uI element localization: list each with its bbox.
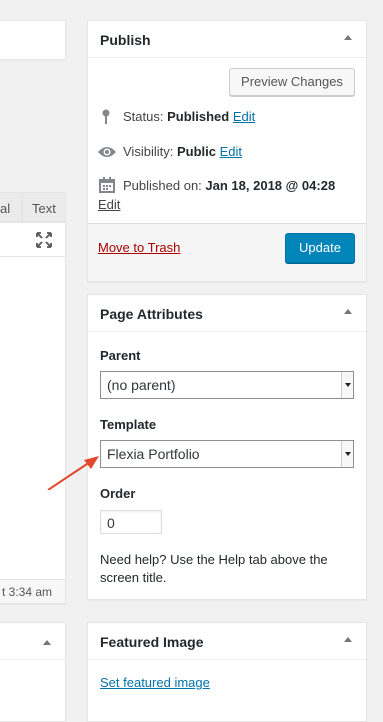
chevron-down-icon — [341, 372, 353, 398]
title-input[interactable] — [0, 20, 66, 60]
template-label: Template — [100, 417, 157, 432]
status-row: Status: Published Edit — [123, 109, 255, 124]
update-button[interactable]: Update — [285, 233, 355, 263]
editor-status-bar: t 3:34 am — [0, 579, 65, 603]
published-row: Published on: Jan 18, 2018 @ 04:28 — [123, 178, 335, 193]
collapse-toggle-icon[interactable] — [43, 640, 51, 645]
tab-text-label: Text — [32, 201, 56, 216]
collapse-toggle-icon[interactable] — [344, 35, 352, 40]
left-bottom-box — [0, 622, 66, 722]
published-label: Published on: — [123, 178, 202, 193]
pin-icon — [102, 109, 110, 124]
last-edited-text: t 3:34 am — [2, 585, 53, 599]
move-to-trash-link[interactable]: Move to Trash — [98, 240, 180, 255]
featured-image-header[interactable]: Featured Image — [88, 623, 366, 660]
status-edit-link[interactable]: Edit — [233, 109, 255, 124]
publish-box: Publish Preview Changes Status: Publishe… — [87, 20, 367, 282]
order-label: Order — [100, 486, 136, 501]
publish-header[interactable]: Publish — [88, 21, 366, 58]
editor-area[interactable]: t 3:34 am — [0, 222, 66, 604]
order-input-value: 0 — [107, 515, 115, 531]
publish-title: Publish — [100, 32, 151, 48]
template-select[interactable]: Flexia Portfolio — [100, 440, 354, 468]
publish-actions: Move to Trash Update — [88, 223, 366, 281]
published-edit-link[interactable]: Edit — [98, 197, 120, 212]
left-bottom-box-header[interactable] — [0, 623, 65, 660]
tab-visual[interactable]: al — [0, 192, 22, 222]
preview-changes-button[interactable]: Preview Changes — [229, 68, 355, 96]
chevron-down-icon — [341, 441, 353, 467]
calendar-icon — [99, 177, 115, 193]
eye-icon — [98, 147, 116, 157]
featured-image-title: Featured Image — [100, 634, 204, 650]
page-attributes-box: Page Attributes Parent (no parent) Templ… — [87, 294, 367, 600]
status-label: Status: — [123, 109, 164, 124]
parent-label: Parent — [100, 348, 141, 363]
status-value: Published — [167, 109, 230, 124]
published-value: Jan 18, 2018 @ 04:28 — [205, 178, 336, 193]
annotation-arrow-icon — [47, 456, 99, 490]
fullscreen-icon[interactable] — [36, 232, 52, 248]
visibility-label: Visibility: — [123, 144, 174, 159]
featured-image-box: Featured Image Set featured image — [87, 622, 367, 722]
tab-text[interactable]: Text — [22, 192, 66, 222]
set-featured-image-link[interactable]: Set featured image — [100, 675, 210, 690]
parent-select[interactable]: (no parent) — [100, 371, 354, 399]
template-select-value: Flexia Portfolio — [107, 446, 200, 462]
help-text: Need help? Use the Help tab above the sc… — [100, 552, 328, 585]
visibility-edit-link[interactable]: Edit — [220, 144, 242, 159]
editor-toolbar — [0, 223, 65, 257]
page-attributes-title: Page Attributes — [100, 306, 203, 322]
collapse-toggle-icon[interactable] — [344, 637, 352, 642]
parent-select-value: (no parent) — [107, 377, 176, 393]
visibility-value: Public — [176, 144, 216, 159]
editor-tabs: al Text — [0, 192, 66, 222]
tab-visual-label: al — [0, 201, 11, 216]
page-attributes-header[interactable]: Page Attributes — [88, 295, 366, 332]
collapse-toggle-icon[interactable] — [344, 309, 352, 314]
order-input[interactable]: 0 — [100, 510, 162, 534]
visibility-row: Visibility: Public Edit — [123, 144, 242, 159]
